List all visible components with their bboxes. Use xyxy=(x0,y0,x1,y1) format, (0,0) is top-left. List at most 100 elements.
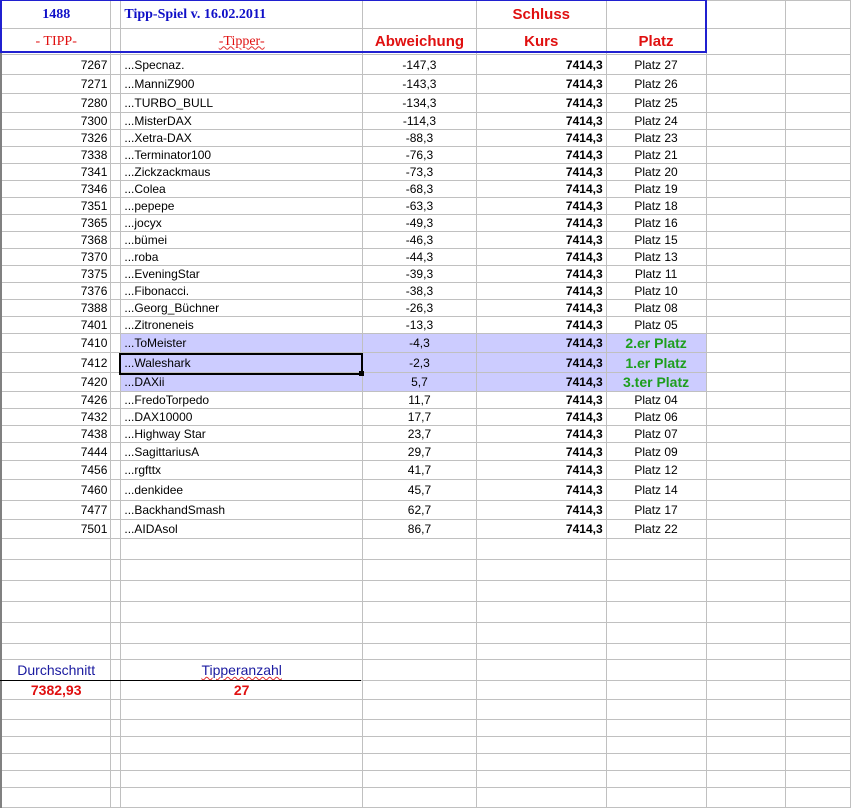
tipp-cell[interactable]: 7300 xyxy=(0,112,112,130)
cell[interactable] xyxy=(785,333,851,353)
platz-cell[interactable]: Platz 27 xyxy=(605,54,707,75)
platz-cell[interactable]: Platz 18 xyxy=(605,197,707,215)
cell[interactable] xyxy=(705,0,787,29)
cell[interactable] xyxy=(361,643,477,660)
cell[interactable] xyxy=(361,770,477,788)
cell[interactable] xyxy=(785,580,851,602)
tipper-cell[interactable]: ...denkidee xyxy=(120,479,363,501)
platz-cell[interactable]: Platz 14 xyxy=(605,479,707,501)
kurs-cell[interactable]: 7414,3 xyxy=(475,112,607,130)
cell[interactable] xyxy=(110,231,122,249)
cell[interactable] xyxy=(705,753,787,771)
cell[interactable] xyxy=(705,601,787,623)
abweichung-cell[interactable]: 17,7 xyxy=(361,408,477,426)
abweichung-cell[interactable]: 5,7 xyxy=(361,372,477,392)
tipp-cell[interactable]: 7388 xyxy=(0,299,112,317)
cell[interactable] xyxy=(785,753,851,771)
platz-cell[interactable]: Platz 06 xyxy=(605,408,707,426)
tipper-cell[interactable]: ...DAX10000 xyxy=(120,408,363,426)
platz-cell[interactable]: Platz 25 xyxy=(605,93,707,113)
tipper-cell[interactable]: ...Waleshark xyxy=(120,352,363,373)
cell[interactable] xyxy=(605,622,707,644)
abweichung-cell[interactable]: 23,7 xyxy=(361,425,477,443)
cell[interactable] xyxy=(110,112,122,130)
tipp-cell[interactable]: 7271 xyxy=(0,74,112,94)
cell[interactable] xyxy=(785,519,851,539)
cell[interactable] xyxy=(705,333,787,353)
platz-cell[interactable]: Platz 24 xyxy=(605,112,707,130)
cell[interactable] xyxy=(605,601,707,623)
abweichung-cell[interactable]: -49,3 xyxy=(361,214,477,232)
kurs-cell[interactable]: 7414,3 xyxy=(475,265,607,283)
cell[interactable] xyxy=(785,93,851,113)
kurs-cell[interactable]: 7414,3 xyxy=(475,74,607,94)
tipp-cell[interactable]: 7375 xyxy=(0,265,112,283)
cell[interactable] xyxy=(785,719,851,737)
tipper-cell[interactable]: ...AIDAsol xyxy=(120,519,363,539)
cell[interactable] xyxy=(705,93,787,113)
cell[interactable] xyxy=(110,460,122,480)
cell[interactable] xyxy=(785,352,851,373)
average-value[interactable]: 7382,93 xyxy=(0,680,112,700)
tipp-cell[interactable]: 7460 xyxy=(0,479,112,501)
cell[interactable] xyxy=(705,231,787,249)
cell[interactable] xyxy=(110,538,122,560)
tipper-cell[interactable]: ...FredoTorpedo xyxy=(120,391,363,409)
tipp-cell[interactable]: 7370 xyxy=(0,248,112,266)
cell[interactable] xyxy=(705,659,787,681)
tipper-cell[interactable]: ...ManniZ900 xyxy=(120,74,363,94)
cell[interactable] xyxy=(705,559,787,581)
kurs-cell[interactable]: 7414,3 xyxy=(475,391,607,409)
fill-handle[interactable] xyxy=(359,371,364,376)
platz-cell[interactable]: 3.ter Platz xyxy=(605,372,707,392)
tipp-cell[interactable]: 7456 xyxy=(0,460,112,480)
tipp-cell[interactable]: 7365 xyxy=(0,214,112,232)
tipp-cell[interactable]: 7412 xyxy=(0,352,112,373)
cell[interactable] xyxy=(0,736,112,754)
cell[interactable] xyxy=(120,643,363,660)
cell[interactable] xyxy=(785,770,851,788)
cell[interactable] xyxy=(785,408,851,426)
cell[interactable] xyxy=(705,372,787,392)
abweichung-cell[interactable]: -38,3 xyxy=(361,282,477,300)
cell[interactable] xyxy=(110,770,122,788)
cell[interactable] xyxy=(605,770,707,788)
cell[interactable] xyxy=(705,770,787,788)
cell[interactable] xyxy=(785,282,851,300)
cell[interactable] xyxy=(0,719,112,737)
kurs-cell[interactable]: 7414,3 xyxy=(475,519,607,539)
cell[interactable] xyxy=(785,231,851,249)
cell[interactable] xyxy=(785,265,851,283)
cell[interactable] xyxy=(110,391,122,409)
kurs-cell[interactable]: 7414,3 xyxy=(475,442,607,461)
cell[interactable] xyxy=(361,787,477,808)
platz-cell[interactable]: Platz 13 xyxy=(605,248,707,266)
kurs-cell[interactable]: 7414,3 xyxy=(475,425,607,443)
cell[interactable] xyxy=(705,54,787,75)
cell[interactable] xyxy=(605,736,707,754)
tipp-cell[interactable]: 7401 xyxy=(0,316,112,334)
cell[interactable] xyxy=(785,0,851,29)
tipp-cell[interactable]: 7280 xyxy=(0,93,112,113)
cell[interactable] xyxy=(785,622,851,644)
cell[interactable] xyxy=(110,265,122,283)
abweichung-cell[interactable]: -147,3 xyxy=(361,54,477,75)
abweichung-cell[interactable]: -134,3 xyxy=(361,93,477,113)
tipp-column-header[interactable]: - TIPP- xyxy=(0,28,112,55)
abweichung-cell[interactable]: -46,3 xyxy=(361,231,477,249)
cell[interactable] xyxy=(705,538,787,560)
cell[interactable] xyxy=(110,180,122,198)
cell[interactable] xyxy=(361,601,477,623)
abweichung-cell[interactable]: 45,7 xyxy=(361,479,477,501)
cell[interactable] xyxy=(475,643,607,660)
platz-cell[interactable]: Platz 16 xyxy=(605,214,707,232)
cell[interactable] xyxy=(110,333,122,353)
cell[interactable] xyxy=(110,54,122,75)
kurs-cell[interactable]: 7414,3 xyxy=(475,316,607,334)
cell[interactable] xyxy=(785,248,851,266)
cell[interactable] xyxy=(785,699,851,720)
tip-count-cell[interactable]: 1488 xyxy=(0,0,112,29)
cell[interactable] xyxy=(705,214,787,232)
cell[interactable] xyxy=(475,622,607,644)
abweichung-cell[interactable]: -143,3 xyxy=(361,74,477,94)
